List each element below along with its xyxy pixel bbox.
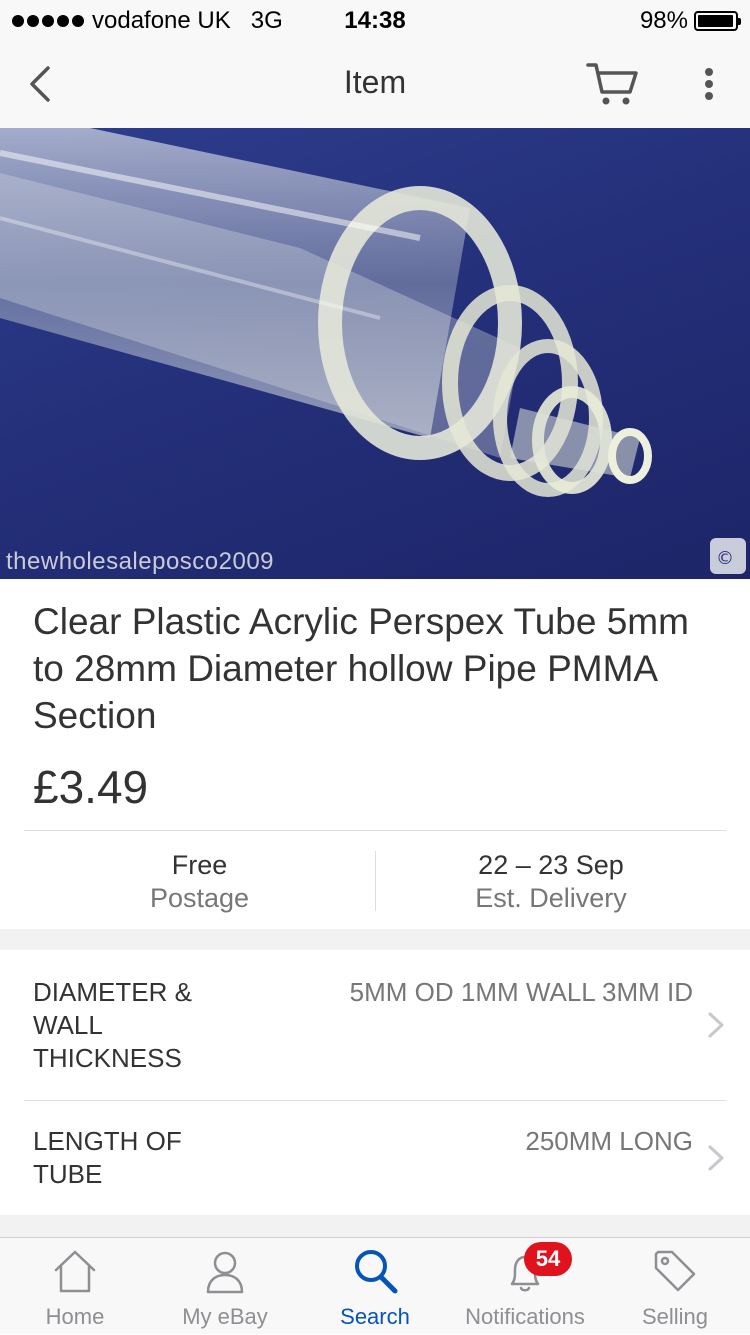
- signal-strength-icon: [12, 15, 84, 27]
- section-separator: [0, 929, 750, 950]
- postage-info: Free Postage: [24, 849, 375, 915]
- battery-percent: 98%: [639, 7, 688, 34]
- image-watermark: thewholesaleposco2009: [6, 548, 275, 575]
- status-left: vodafone UK 3G: [12, 7, 283, 35]
- tab-label: Notifications: [465, 1304, 585, 1329]
- tab-notifications[interactable]: 54 Notifications: [450, 1238, 600, 1335]
- home-icon: [54, 1250, 96, 1293]
- battery-icon: [694, 11, 741, 31]
- tab-home[interactable]: Home: [0, 1238, 150, 1335]
- search-icon: [355, 1250, 398, 1294]
- tab-bar: Home My eBay Search 54 Notifications Sel…: [0, 1237, 750, 1334]
- product-image[interactable]: © thewholesaleposco2009: [0, 128, 750, 579]
- navigation-bar: Item: [0, 40, 750, 129]
- seller-logo: ©: [710, 538, 746, 574]
- more-options-button[interactable]: [694, 64, 724, 108]
- chevron-right-icon: [708, 1145, 724, 1171]
- carrier-name: vodafone UK: [92, 7, 231, 34]
- tab-label: My eBay: [182, 1304, 268, 1329]
- status-bar: vodafone UK 3G 14:38 98%: [0, 0, 750, 40]
- delivery-label: Est. Delivery: [475, 883, 627, 913]
- spec-value: 5MM OD 1MM WALL 3MM ID: [349, 977, 693, 1007]
- product-price: £3.49: [33, 761, 149, 813]
- spec-value: 250MM LONG: [525, 1126, 693, 1156]
- spec-label: DIAMETER & WALL THICKNESS: [33, 977, 192, 1073]
- notification-badge: 54: [524, 1242, 572, 1276]
- tab-search[interactable]: Search: [300, 1238, 450, 1335]
- cart-icon: [586, 63, 638, 105]
- network-type: 3G: [250, 7, 283, 34]
- svg-text:©: ©: [716, 548, 734, 569]
- tab-label: Home: [45, 1304, 105, 1329]
- chevron-right-icon: [708, 1012, 724, 1038]
- tab-label: Selling: [641, 1304, 709, 1329]
- acrylic-tubes-photo: ©: [0, 128, 746, 574]
- tab-selling[interactable]: Selling: [600, 1238, 750, 1335]
- delivery-info: 22 – 23 Sep Est. Delivery: [376, 849, 726, 915]
- more-vertical-icon: [705, 68, 713, 100]
- spec-row-length[interactable]: LENGTH OF TUBE 250MM LONG: [0, 1101, 750, 1215]
- postage-label: Postage: [149, 883, 250, 913]
- section-separator: [0, 1215, 750, 1237]
- shipping-summary: Free Postage 22 – 23 Sep Est. Delivery: [24, 831, 726, 929]
- delivery-dates: 22 – 23 Sep: [478, 850, 624, 880]
- tab-my-ebay[interactable]: My eBay: [150, 1238, 300, 1335]
- status-right: 98%: [639, 7, 741, 35]
- spec-label: LENGTH OF TUBE: [33, 1126, 182, 1189]
- cart-button[interactable]: [584, 60, 640, 108]
- user-icon: [206, 1251, 244, 1294]
- tab-label: Search: [340, 1304, 410, 1329]
- spec-row-diameter[interactable]: DIAMETER & WALL THICKNESS 5MM OD 1MM WAL…: [0, 950, 750, 1100]
- postage-cost: Free: [171, 850, 228, 880]
- tag-icon: [654, 1250, 696, 1292]
- product-title: Clear Plastic Acrylic Perspex Tube 5mm t…: [33, 601, 689, 736]
